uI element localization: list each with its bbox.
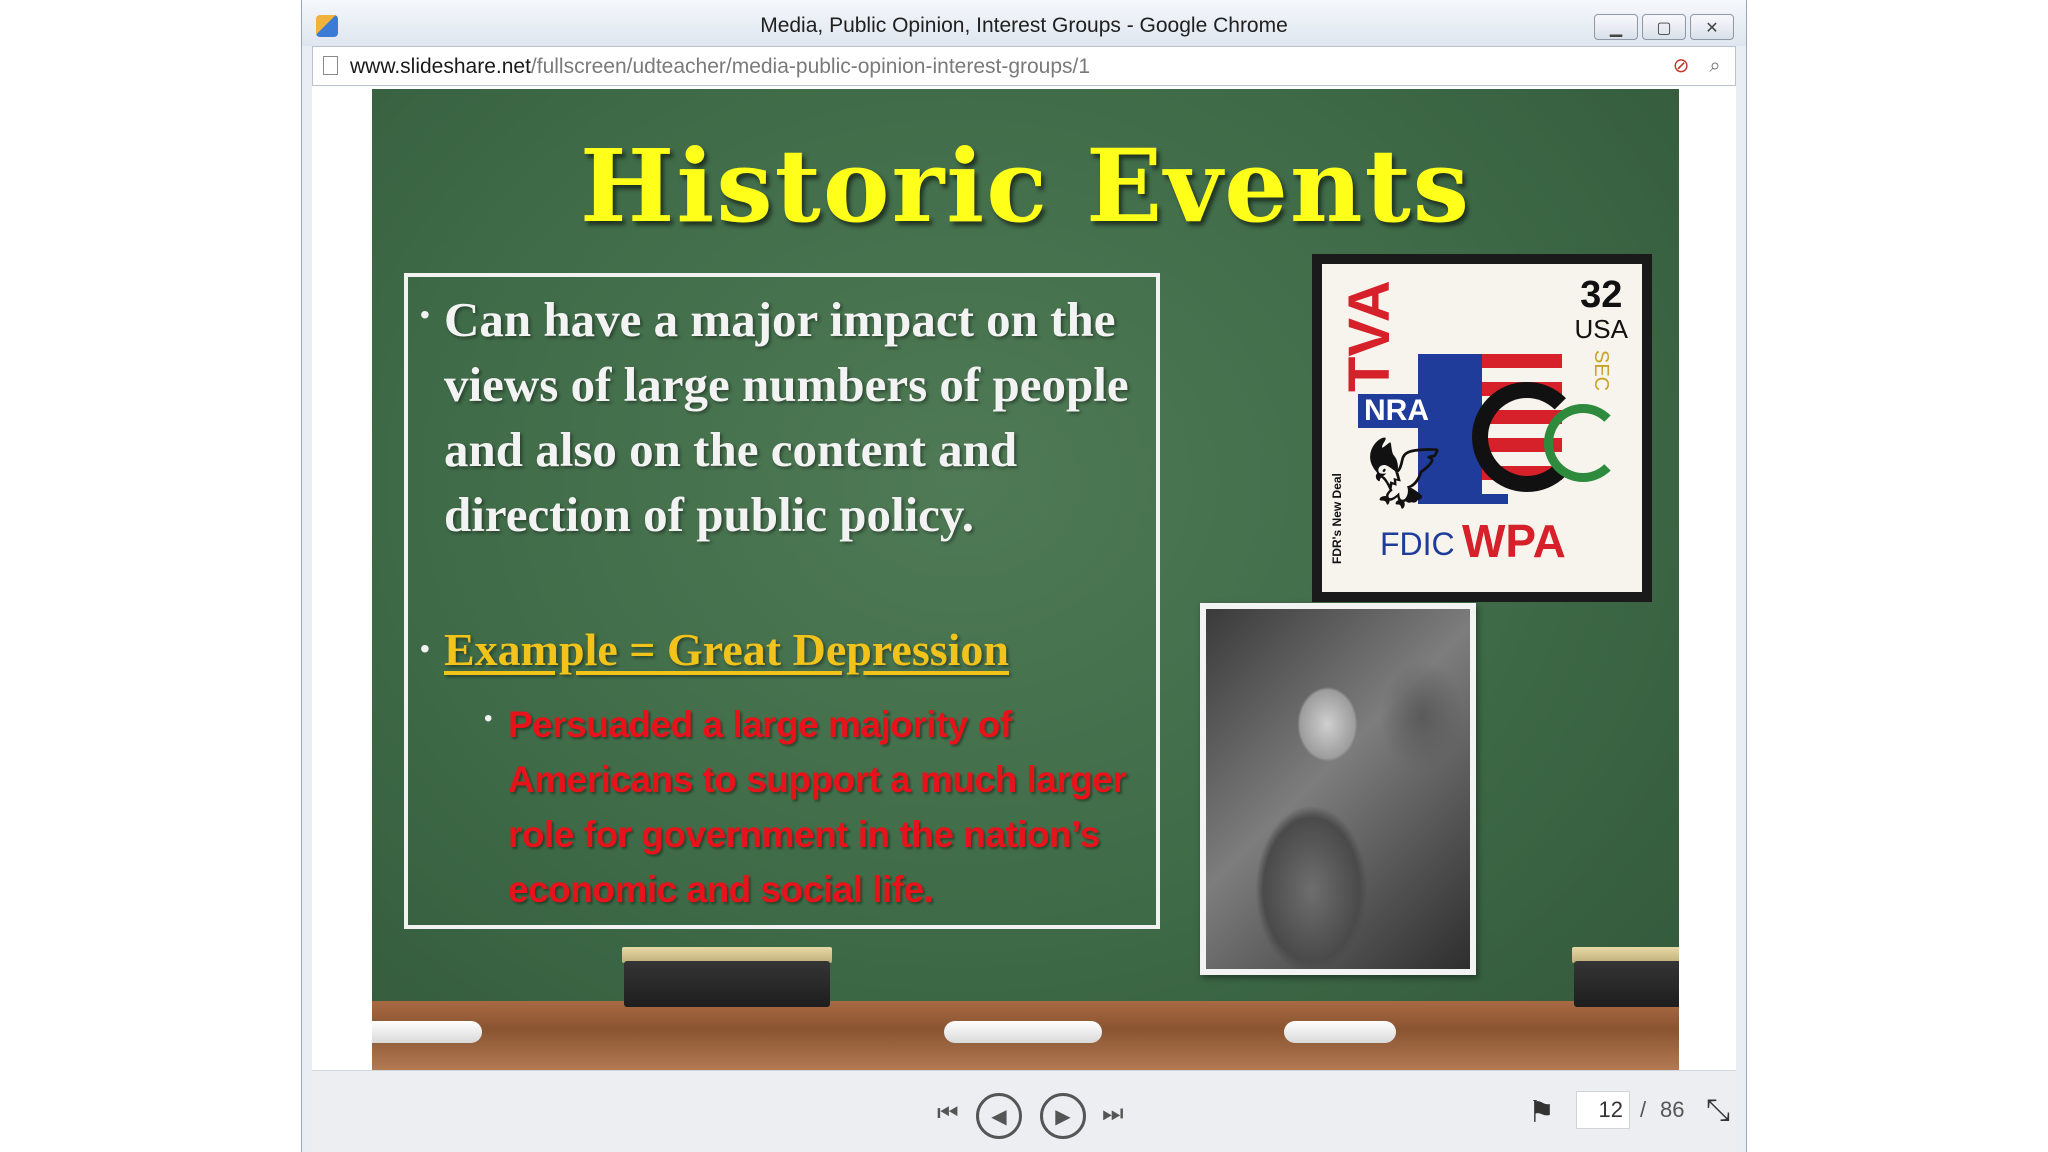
title-bar[interactable]: Media, Public Opinion, Interest Groups -… (302, 0, 1746, 46)
eraser (1574, 961, 1679, 1007)
flag-icon[interactable]: ⚑ (1528, 1095, 1555, 1130)
stamp-wpa: WPA (1462, 515, 1566, 567)
stamp-sec: SEC (1590, 350, 1612, 392)
exit-fullscreen-icon[interactable]: ⤡ (1706, 1093, 1730, 1128)
slide: Historic Events • Can have a major impac… (372, 89, 1679, 1071)
photo-image (1206, 609, 1470, 969)
url-text[interactable]: www.slideshare.net/fullscreen/udteacher/… (350, 55, 1090, 79)
browser-window: Media, Public Opinion, Interest Groups -… (301, 0, 1747, 1152)
stamp-tva: TVA (1337, 280, 1402, 392)
page-total: 86 (1660, 1097, 1685, 1122)
bullet-main: Can have a major impact on the views of … (444, 292, 1129, 542)
close-button[interactable]: ✕ (1690, 14, 1734, 40)
chalk-piece (372, 1021, 482, 1043)
address-bar[interactable]: www.slideshare.net/fullscreen/udteacher/… (312, 46, 1736, 86)
stamp-series: FDR's New Deal (1330, 473, 1344, 564)
page-number-input[interactable]: 12 (1576, 1091, 1630, 1129)
chalk-piece (944, 1021, 1102, 1043)
url-host: www.slideshare.net (350, 55, 531, 78)
new-deal-stamp-image: TVA 32 USA SEC NRA 🦅︎ FDIC WPA FDR's New… (1312, 254, 1652, 602)
zoom-icon[interactable]: ⌕ (1703, 53, 1727, 77)
bullet-dot: • (420, 299, 430, 330)
eagle-icon: 🦅︎ (1360, 432, 1449, 514)
chalk-piece (1284, 1021, 1396, 1043)
migrant-mother-photo (1200, 603, 1476, 975)
stamp-nra: NRA (1358, 394, 1435, 428)
minimize-button[interactable]: ▁ (1594, 14, 1638, 40)
stamp-face: TVA 32 USA SEC NRA 🦅︎ FDIC WPA FDR's New… (1322, 264, 1642, 592)
slideshow-controls: ⏮ ◀ ▶ ⏭ ⚑ 12 / 86 ⤡ (312, 1070, 1736, 1152)
stamp-ccc-ring-green (1544, 404, 1622, 482)
last-slide-icon[interactable]: ⏭ (1102, 1099, 1124, 1127)
next-icon[interactable]: ▶ (1040, 1093, 1086, 1139)
stamp-value: 32 (1580, 274, 1623, 316)
page-icon (323, 56, 338, 75)
previous-icon[interactable]: ◀ (976, 1093, 1022, 1139)
stamp-denomination: 32 USA (1574, 276, 1628, 346)
blocked-content-icon[interactable]: ⊘ (1669, 53, 1693, 77)
url-path: /fullscreen/udteacher/media-public-opini… (530, 55, 1091, 78)
eraser (624, 961, 830, 1007)
sub-bullet-persuaded: Persuaded a large majority of Americans … (508, 704, 1127, 910)
bullet-example: Example = Great Depression (444, 624, 1009, 675)
first-slide-icon[interactable]: ⏮ (937, 1099, 959, 1127)
maximize-button[interactable]: ▢ (1642, 14, 1686, 40)
window-title: Media, Public Opinion, Interest Groups -… (760, 14, 1288, 37)
sub-bullet-dot: • (484, 705, 493, 732)
stamp-fdic: FDIC (1380, 526, 1455, 562)
page-content: Historic Events • Can have a major impac… (312, 86, 1736, 1071)
window-controls: ▁ ▢ ✕ (1594, 14, 1734, 40)
bullet-box: • Can have a major impact on the views o… (404, 273, 1160, 929)
address-icons: ⊘ ⌕ (1669, 53, 1727, 77)
stamp-country: USA (1574, 314, 1628, 344)
slide-title: Historic Events (579, 127, 1472, 245)
bullet-dot: • (420, 633, 430, 664)
page-separator: / (1640, 1097, 1647, 1122)
